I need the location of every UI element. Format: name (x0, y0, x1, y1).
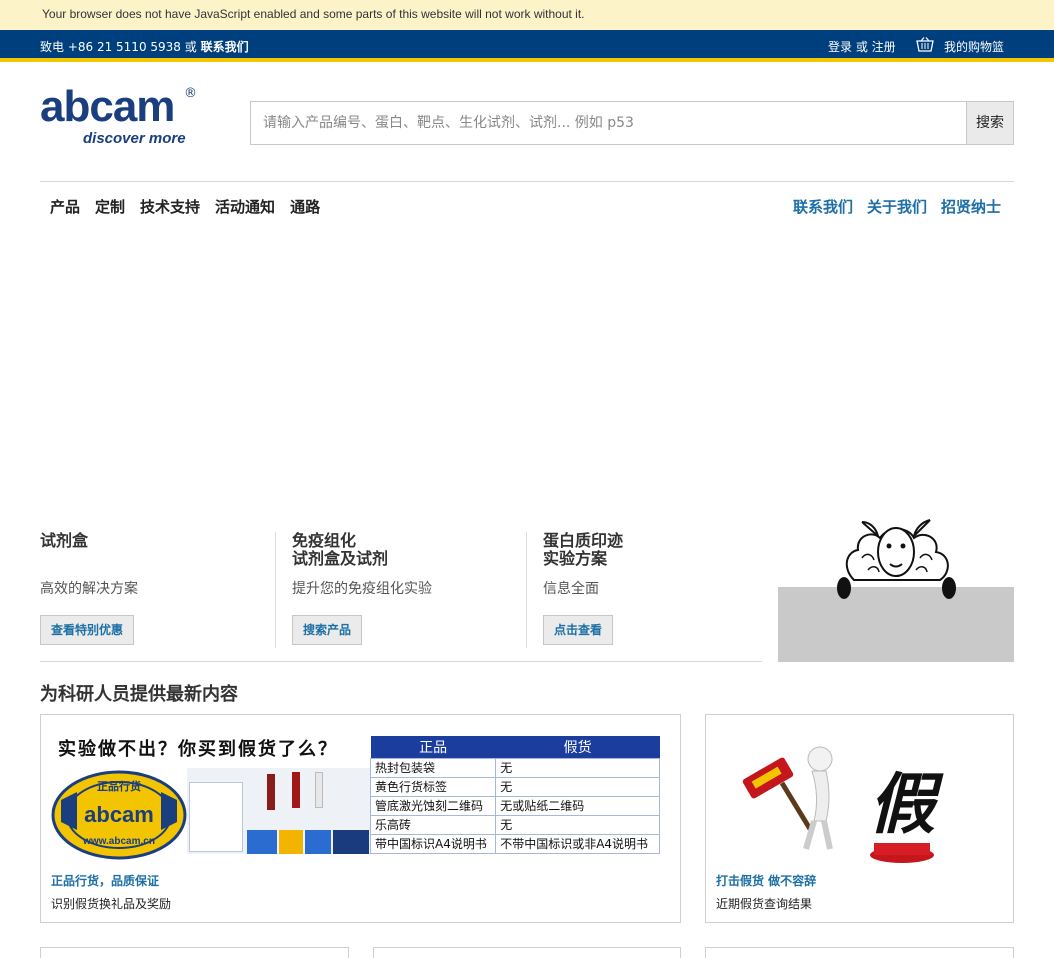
promo-desc: 提升您的免疫组化实验 (292, 581, 432, 597)
main-nav: 产品 定制 技术支持 活动通知 通路 (50, 196, 335, 217)
noscript-text: Your browser does not have JavaScript en… (42, 7, 585, 21)
promo-desc: 高效的解决方案 (40, 581, 138, 597)
seal-top-text: 正品行货 (97, 779, 141, 793)
nav-item-about[interactable]: 关于我们 (867, 196, 927, 217)
anti-counterfeit-card[interactable]: 假 打击假货 做不容辞 近期假货查询结果 (705, 714, 1014, 923)
content-card[interactable] (40, 947, 349, 958)
card-subtitle: 识别假货换礼品及奖励 (51, 897, 172, 911)
promo-kits: 试剂盒 高效的解决方案 查看特别优惠 (40, 532, 276, 648)
basket-icon[interactable] (916, 37, 934, 53)
table-row: 乐高砖无 (369, 814, 660, 835)
top-bar: 致电 +86 21 5110 5938 或 联系我们 登录 或 注册 我的购物篮 (0, 30, 1054, 62)
section-title: 为科研人员提供最新内容 (40, 684, 238, 705)
product-photo (187, 768, 371, 854)
sheep-illustration (837, 519, 956, 599)
search-button[interactable]: 搜索 (966, 102, 1013, 144)
nav-item-pathways[interactable]: 通路 (290, 196, 320, 217)
card-headline: 实验做不出？你买到假货了么？ (58, 739, 338, 760)
search-input[interactable] (251, 102, 967, 144)
phone-text: 致电 +86 21 5110 5938 或 (40, 40, 197, 54)
card-subtitle: 近期假货查询结果 (716, 897, 813, 911)
noscript-warning: Your browser does not have JavaScript en… (0, 0, 1054, 30)
table-header-fake: 假货 (495, 736, 660, 758)
nav-item-support[interactable]: 技术支持 (140, 196, 200, 217)
genuine-seal-icon: 正品行货 abcam www.abcam.cn (51, 770, 187, 860)
promo-title: 蛋白质印迹 实验方案 (543, 531, 624, 568)
promo-title: 试剂盒 (40, 531, 89, 550)
promo-desc: 信息全面 (543, 581, 599, 597)
registered-mark: ® (184, 86, 197, 101)
nav-item-events[interactable]: 活动通知 (215, 196, 275, 217)
promo-title: 免疫组化 试剂盒及试剂 (292, 531, 389, 568)
contact-us-link[interactable]: 联系我们 (201, 40, 249, 54)
nav-item-careers[interactable]: 招贤纳士 (941, 196, 1001, 217)
genuine-product-card[interactable]: 实验做不出？你买到假货了么？ 正品行货 abcam www.abcam.cn 正… (40, 714, 681, 923)
card-title[interactable]: 打击假货 做不容辞 (716, 872, 816, 889)
content-card[interactable] (373, 947, 681, 958)
table-row: 黄色行货标签无 (369, 776, 660, 797)
table-row: 管底激光蚀刻二维码 无或贴纸二维码 (369, 795, 660, 816)
logo-tagline: discover more (83, 130, 186, 147)
view-offers-button[interactable]: 查看特别优惠 (40, 615, 135, 645)
table-row: 带中国标识A4说明书 不带中国标识或非A4说明书 (369, 833, 660, 854)
search-products-button[interactable]: 搜索产品 (292, 615, 363, 645)
my-basket-link[interactable]: 我的购物篮 (944, 38, 1004, 55)
seal-url-text: www.abcam.cn (82, 836, 155, 847)
table-header-genuine: 正品 (370, 736, 496, 758)
search-bar: 搜索 (250, 101, 1014, 145)
login-register-link[interactable]: 登录 或 注册 (828, 38, 896, 55)
counterfeit-illustration: 假 (742, 746, 944, 863)
header-divider (40, 181, 1014, 182)
content-card[interactable] (705, 947, 1014, 958)
nav-item-custom[interactable]: 定制 (95, 196, 125, 217)
promo-ihc: 免疫组化 试剂盒及试剂 提升您的免疫组化实验 搜索产品 (275, 532, 511, 648)
logo-wordmark: abcam (40, 82, 175, 131)
nav-item-contact[interactable]: 联系我们 (793, 196, 853, 217)
nav-item-products[interactable]: 产品 (50, 196, 80, 217)
promo-western-blot: 蛋白质印迹 实验方案 信息全面 点击查看 (526, 532, 762, 648)
fake-character: 假 (869, 765, 944, 843)
secondary-nav: 联系我们 关于我们 招贤纳士 (793, 196, 1015, 217)
card-title[interactable]: 正品行货，品质保证 (51, 872, 159, 889)
genuine-vs-fake-table: 正品 假货 热封包装袋无 黄色行货标签无 管底激光蚀刻二维码 无或贴纸二维码 乐高… (369, 736, 660, 854)
abcam-logo[interactable]: abcam ® discover more (40, 82, 200, 148)
phone-contact: 致电 +86 21 5110 5938 或 联系我们 (40, 38, 249, 55)
seal-brand-text: abcam (84, 802, 154, 827)
promo-divider (40, 661, 762, 662)
click-view-button[interactable]: 点击查看 (543, 615, 614, 645)
table-row: 热封包装袋无 (369, 757, 660, 778)
